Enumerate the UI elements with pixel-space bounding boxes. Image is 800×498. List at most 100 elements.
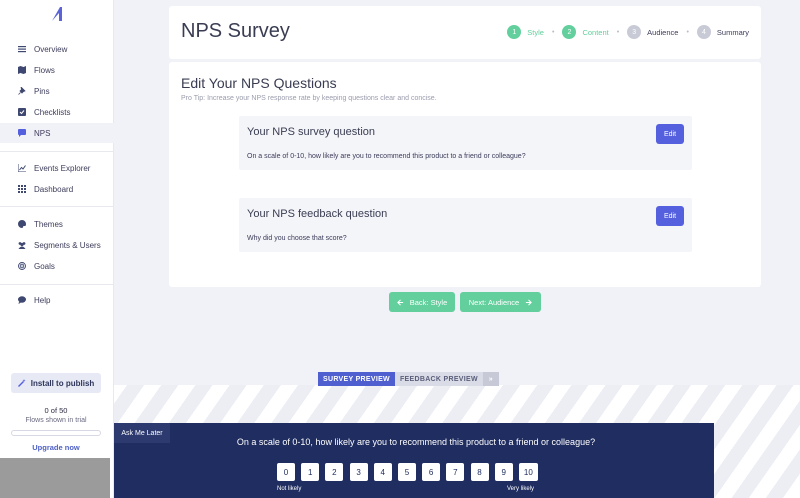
score-button[interactable]: 4 [373,463,392,481]
step-separator: • [686,28,689,36]
edit-survey-question-button[interactable]: Edit [656,124,684,144]
sidebar-item-goals[interactable]: Goals [0,256,114,276]
sidebar-divider [0,284,114,285]
step-progress: 1 Style • 2 Content • 3 Audience • 4 Sum… [507,25,749,39]
sidebar-item-themes[interactable]: Themes [0,214,114,234]
users-icon [18,241,26,249]
step-content[interactable]: 2 Content [562,25,609,39]
sidebar-item-flows[interactable]: Flows [0,60,114,80]
question-title: Your NPS feedback question [247,208,388,220]
sidebar-item-pins[interactable]: Pins [0,81,114,101]
score-button[interactable]: 5 [397,463,416,481]
feedback-question-box: Your NPS feedback question Why did you c… [239,198,692,252]
palette-icon [18,220,26,228]
page-title: NPS Survey [181,20,290,42]
trial-progress-bar [11,430,101,436]
sidebar-divider [0,151,114,152]
sidebar-item-label: Overview [34,44,68,54]
step-label: Summary [716,27,749,37]
sidebar-item-label: Flows [34,65,55,75]
sidebar-item-dashboard[interactable]: Dashboard [0,179,114,199]
placeholder-block [0,458,110,498]
trial-description: Flows shown in trial [25,417,87,424]
sidebar-item-overview[interactable]: Overview [0,39,114,59]
sidebar-item-nps[interactable]: NPS [0,123,114,143]
sidebar-item-label: NPS [34,128,51,138]
score-button[interactable]: 9 [494,463,513,481]
chart-icon [18,164,26,172]
upgrade-now-link[interactable]: Upgrade now [0,443,112,452]
appcues-logo[interactable] [49,6,65,22]
step-number: 4 [696,25,711,39]
step-number: 1 [507,25,522,39]
install-to-publish-button[interactable]: Install to publish [11,373,101,393]
next-button-label: Next: Audience [468,297,520,307]
magic-wand-icon [17,379,26,387]
sidebar-item-help[interactable]: Help [0,290,114,310]
sidebar: Overview Flows Pins Checklists NPS Event… [0,0,114,498]
step-separator: • [551,28,555,36]
low-score-label: Not likely [277,486,302,492]
score-button[interactable]: 0 [277,463,295,481]
trial-count: 0 of 50 [44,406,68,415]
sidebar-item-label: Events Explorer [34,163,91,173]
preview-tabs: SURVEY PREVIEW FEEDBACK PREVIEW » [318,372,499,386]
help-chat-icon [18,296,26,304]
sidebar-item-segments-users[interactable]: Segments & Users [0,235,114,255]
score-button[interactable]: 1 [301,463,320,481]
header: NPS Survey 1 Style • 2 Content • 3 Audie… [169,6,761,59]
section-title: Edit Your NPS Questions [181,75,337,91]
score-button[interactable]: 8 [470,463,489,481]
back-button-label: Back: Style [409,297,448,307]
high-score-label: Very likely [507,486,535,492]
sidebar-divider [0,206,114,207]
step-style[interactable]: 1 Style [507,25,544,39]
tab-feedback-preview[interactable]: FEEDBACK PREVIEW [394,372,483,386]
arrow-right-icon [526,299,533,305]
tab-survey-preview[interactable]: SURVEY PREVIEW [318,372,395,386]
question-text: Why did you choose that score? [247,235,347,242]
step-separator: • [616,28,620,36]
step-summary[interactable]: 4 Summary [696,25,749,39]
step-number: 2 [562,25,577,39]
sidebar-item-label: Segments & Users [34,240,101,250]
target-icon [18,262,26,270]
sidebar-item-label: Dashboard [34,184,74,194]
step-label: Content [582,27,609,37]
sidebar-item-label: Themes [34,219,63,229]
score-button[interactable]: 2 [325,463,344,481]
nps-question: On a scale of 0-10, how likely are you t… [236,437,596,447]
step-number: 3 [627,25,642,39]
question-text: On a scale of 0-10, how likely are you t… [247,153,526,160]
install-label: Install to publish [30,378,95,388]
step-label: Audience [647,27,679,37]
sidebar-item-label: Help [34,295,51,305]
survey-question-box: Your NPS survey question On a scale of 0… [239,116,692,170]
step-label: Style [527,27,544,37]
step-audience[interactable]: 3 Audience [627,25,678,39]
score-button[interactable]: 3 [349,463,368,481]
score-button[interactable]: 6 [422,463,441,481]
score-button[interactable]: 7 [446,463,465,481]
collapse-preview-button[interactable]: » [482,372,499,386]
score-options: 0 1 2 3 4 5 6 7 8 9 10 [277,463,544,481]
arrow-left-icon [396,299,403,305]
nps-widget-preview: Ask Me Later On a scale of 0-10, how lik… [114,423,714,498]
sidebar-item-checklists[interactable]: Checklists [0,102,114,122]
edit-feedback-question-button[interactable]: Edit [656,206,684,226]
sidebar-item-label: Pins [34,86,50,96]
question-title: Your NPS survey question [247,126,375,138]
edit-questions-card: Edit Your NPS Questions Pro Tip: Increas… [169,62,761,287]
sidebar-item-label: Goals [34,261,55,271]
pin-icon [18,87,26,95]
pro-tip: Pro Tip: Increase your NPS response rate… [181,95,437,102]
next-button[interactable]: Next: Audience [460,292,541,312]
list-icon [18,45,26,53]
score-button[interactable]: 10 [518,463,538,481]
map-icon [18,66,26,74]
sidebar-item-label: Checklists [34,107,71,117]
grid-icon [18,185,26,193]
sidebar-item-events-explorer[interactable]: Events Explorer [0,158,114,178]
checklist-icon [18,108,26,116]
back-button[interactable]: Back: Style [389,292,455,312]
